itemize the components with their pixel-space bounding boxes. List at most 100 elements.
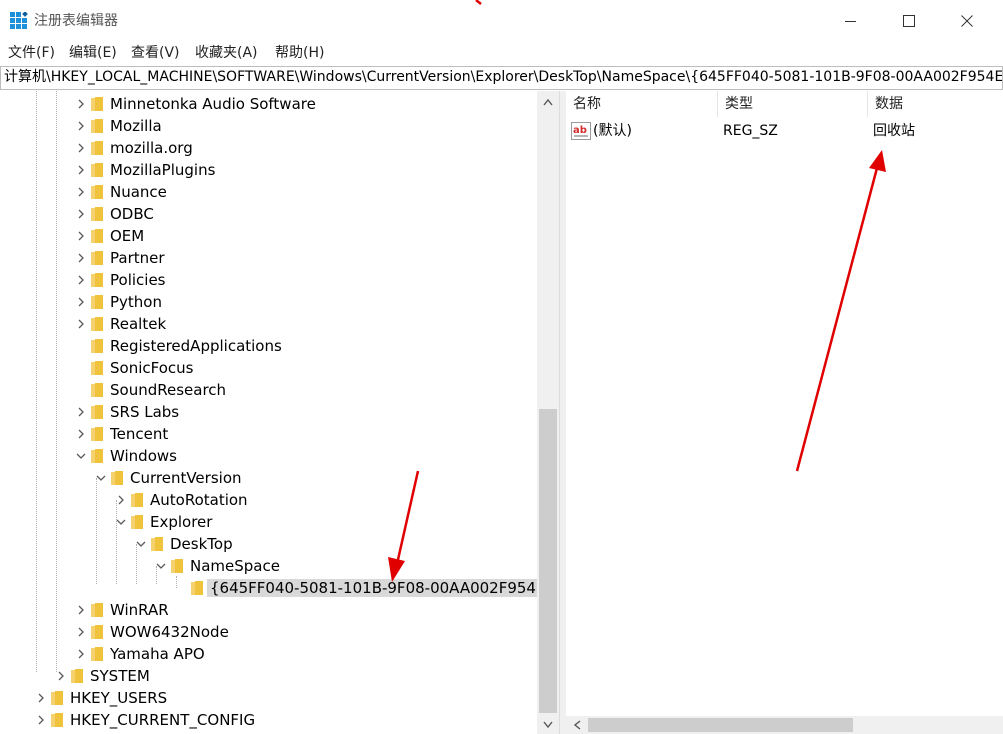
address-bar[interactable]: 计算机\HKEY_LOCAL_MACHINE\SOFTWARE\Windows\… (0, 66, 1003, 90)
tree-item-tencent[interactable]: Tencent (0, 423, 540, 445)
chevron-right-icon[interactable] (115, 494, 127, 506)
menu-edit[interactable]: 编辑(E) (69, 44, 117, 62)
chevron-right-icon[interactable] (75, 296, 87, 308)
tree-item-partner[interactable]: Partner (0, 247, 540, 269)
chevron-right-icon[interactable] (35, 714, 47, 726)
tree-item-policies[interactable]: Policies (0, 269, 540, 291)
menu-file[interactable]: 文件(F) (8, 44, 55, 62)
chevron-right-icon[interactable] (75, 428, 87, 440)
chevron-right-icon[interactable] (35, 692, 47, 704)
chevron-right-icon[interactable] (75, 98, 87, 110)
chevron-right-icon[interactable] (75, 252, 87, 264)
folder-icon (191, 581, 203, 595)
tree-item-explorer[interactable]: Explorer (0, 511, 540, 533)
scroll-left-button[interactable] (568, 716, 586, 734)
tree-item-hkey-current-config[interactable]: HKEY_CURRENT_CONFIG (0, 709, 540, 731)
tree-item-desktop[interactable]: DeskTop (0, 533, 540, 555)
maximize-button[interactable] (880, 0, 938, 42)
chevron-right-icon[interactable] (75, 186, 87, 198)
minimize-button[interactable] (822, 0, 880, 42)
title-bar: 注册表编辑器 (0, 0, 1003, 42)
tree-item-label: SYSTEM (90, 667, 150, 685)
chevron-down-icon[interactable] (115, 516, 127, 528)
value-data: 回收站 (873, 123, 915, 139)
tree-item-python[interactable]: Python (0, 291, 540, 313)
folder-icon (171, 559, 183, 573)
folder-icon (91, 273, 103, 287)
tree-item-label: Realtek (110, 315, 167, 333)
window-title: 注册表编辑器 (34, 13, 118, 29)
list-horizontal-scrollbar[interactable] (566, 716, 1003, 734)
folder-icon (91, 207, 103, 221)
chevron-right-icon[interactable] (75, 604, 87, 616)
chevron-down-icon[interactable] (155, 560, 167, 572)
chevron-right-icon[interactable] (75, 142, 87, 154)
tree-vertical-scrollbar[interactable] (537, 91, 559, 734)
chevron-right-icon[interactable] (75, 208, 87, 220)
chevron-right-icon[interactable] (55, 670, 67, 682)
tree-item-winrar[interactable]: WinRAR (0, 599, 540, 621)
tree-item-autorotation[interactable]: AutoRotation (0, 489, 540, 511)
menu-help[interactable]: 帮助(H) (275, 44, 324, 62)
pane-splitter[interactable] (559, 91, 566, 734)
folder-icon (91, 185, 103, 199)
column-header-data[interactable]: 数据 (868, 91, 1003, 117)
tree-item-label: DeskTop (170, 535, 233, 553)
chevron-down-icon[interactable] (135, 538, 147, 550)
tree-item-mozilla[interactable]: Mozilla (0, 115, 540, 137)
tree-item-system[interactable]: SYSTEM (0, 665, 540, 687)
tree-item-645ff040-5081-101b-9f08-00aa002f954e[interactable]: {645FF040-5081-101B-9F08-00AA002F954E} (0, 577, 558, 599)
chevron-down-icon[interactable] (95, 472, 107, 484)
tree-item-label: Partner (110, 249, 165, 267)
close-button[interactable] (938, 0, 996, 42)
tree-item-soundresearch[interactable]: SoundResearch (0, 379, 540, 401)
tree-item-sonicfocus[interactable]: SonicFocus (0, 357, 540, 379)
tree-item-currentversion[interactable]: CurrentVersion (0, 467, 540, 489)
tree-item-oem[interactable]: OEM (0, 225, 540, 247)
tree-item-odbc[interactable]: ODBC (0, 203, 540, 225)
chevron-down-icon[interactable] (75, 450, 87, 462)
chevron-right-icon[interactable] (75, 318, 87, 330)
tree-item-hkey-users[interactable]: HKEY_USERS (0, 687, 540, 709)
svg-text:ab: ab (573, 125, 587, 136)
tree-item-namespace[interactable]: NameSpace (0, 555, 540, 577)
chevron-right-icon[interactable] (75, 164, 87, 176)
folder-icon (91, 163, 103, 177)
scroll-up-button[interactable] (537, 93, 559, 111)
column-header-type[interactable]: 类型 (718, 91, 868, 117)
chevron-right-icon[interactable] (75, 648, 87, 660)
chevron-right-icon[interactable] (75, 230, 87, 242)
tree-item-srs-labs[interactable]: SRS Labs (0, 401, 540, 423)
tree-item-nuance[interactable]: Nuance (0, 181, 540, 203)
menu-favorites[interactable]: 收藏夹(A) (195, 44, 258, 62)
tree-item-yamaha-apo[interactable]: Yamaha APO (0, 643, 540, 665)
tree-item-windows[interactable]: Windows (0, 445, 540, 467)
tree-item-label: Nuance (110, 183, 167, 201)
tree-item-label: Explorer (150, 513, 213, 531)
tree-item-registeredapplications[interactable]: RegisteredApplications (0, 335, 540, 357)
scroll-down-button[interactable] (537, 715, 559, 733)
registry-key-tree[interactable]: Minnetonka Audio Software Mozilla mozilla.… (0, 91, 559, 734)
list-scroll-thumb[interactable] (588, 718, 853, 732)
tree-item-realtek[interactable]: Realtek (0, 313, 540, 335)
tree-item-wow6432node[interactable]: WOW6432Node (0, 621, 540, 643)
column-header-name[interactable]: 名称 (566, 91, 718, 117)
address-path[interactable]: 计算机\HKEY_LOCAL_MACHINE\SOFTWARE\Windows\… (4, 68, 1002, 87)
folder-icon (51, 691, 63, 705)
tree-item-mozillaplugins[interactable]: MozillaPlugins (0, 159, 540, 181)
chevron-right-icon[interactable] (75, 274, 87, 286)
chevron-right-icon[interactable] (75, 120, 87, 132)
tree-scroll-thumb[interactable] (539, 409, 557, 713)
tree-item-mozilla-org[interactable]: mozilla.org (0, 137, 540, 159)
tree-item-label: AutoRotation (150, 491, 248, 509)
tree-item-label: NameSpace (190, 557, 280, 575)
menu-view[interactable]: 查看(V) (131, 44, 180, 62)
registry-values-list[interactable]: 名称 类型 数据 ab (默认) REG_SZ 回收站 (566, 91, 1003, 734)
chevron-right-icon[interactable] (75, 406, 87, 418)
tree-item-label: SoundResearch (110, 381, 227, 399)
tree-item-minnetonka-audio-software[interactable]: Minnetonka Audio Software (0, 93, 540, 115)
tree-item-label: WOW6432Node (110, 623, 229, 641)
chevron-right-icon[interactable] (75, 626, 87, 638)
folder-icon (91, 119, 103, 133)
folder-icon (131, 515, 143, 529)
